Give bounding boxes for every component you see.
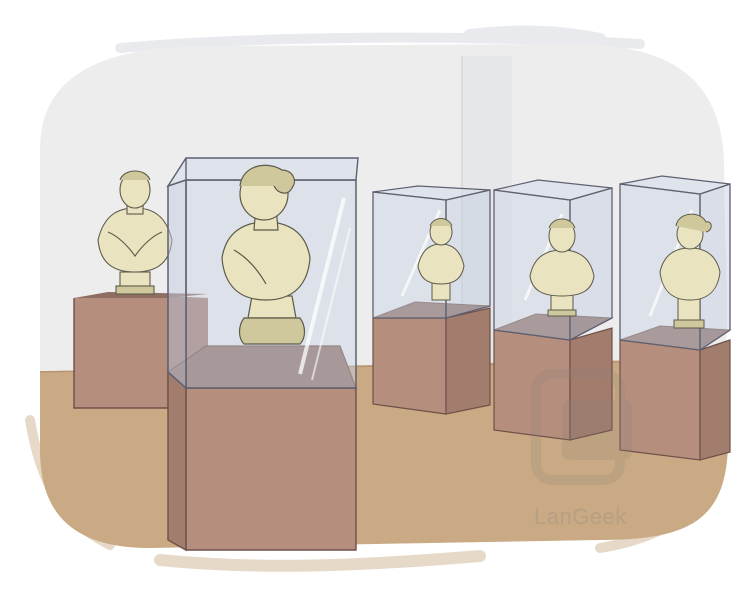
watermark-text: LanGeek	[534, 504, 627, 529]
display-case-5	[619, 175, 732, 461]
museum-illustration	[25, 25, 732, 572]
